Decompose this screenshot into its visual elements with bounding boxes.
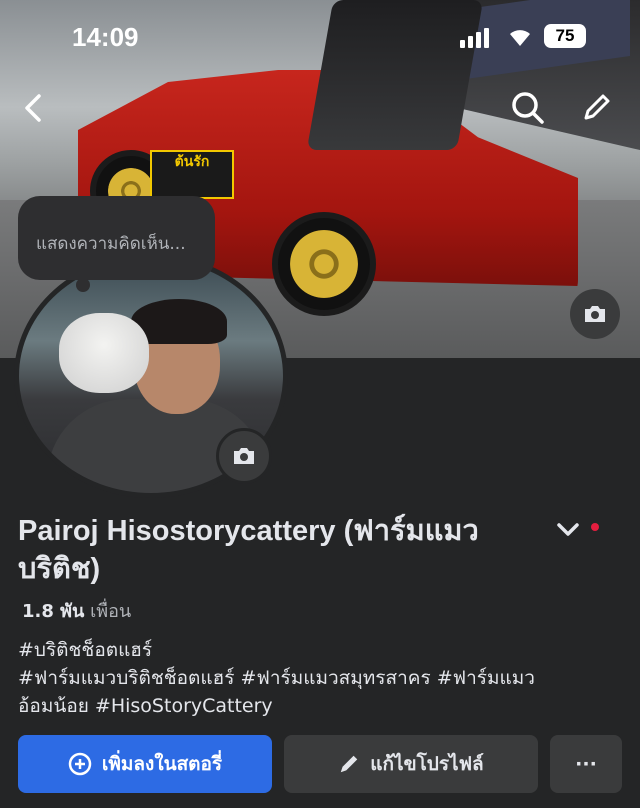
edit-profile-label: แก้ไขโปรไฟล์ <box>370 753 484 775</box>
bio-line[interactable]: #ฟาร์มแมวบริติชช็อตแฮร์ #ฟาร์มแมวสมุทรสา… <box>18 664 618 692</box>
cover-decal: ต้นรัก <box>150 150 234 199</box>
status-bar: 14:09 75 <box>0 0 640 70</box>
edit-pencil-icon <box>584 94 610 120</box>
search-button[interactable] <box>508 88 548 128</box>
camera-icon <box>585 306 605 322</box>
profile-name: Pairoj Hisostorycattery (ฟาร์มแมว บริติช… <box>18 515 479 585</box>
friends-label: เพื่อน <box>90 601 132 622</box>
friends-count[interactable]: 1.8 พัน เพื่อน <box>22 596 131 625</box>
plus-circle-icon <box>68 752 92 776</box>
more-icon: ··· <box>575 753 597 775</box>
search-icon <box>512 92 544 124</box>
truck-front-wheel <box>272 212 376 316</box>
add-to-story-button[interactable]: เพิ่มลงในสตอรี่ <box>18 735 272 793</box>
wifi-icon <box>510 30 530 46</box>
back-button[interactable] <box>14 88 54 128</box>
bio-line[interactable]: อ้อมน้อย #HisoStoryCattery <box>18 692 618 720</box>
cat-in-photo <box>59 313 149 393</box>
cover-photo-camera-button[interactable] <box>570 289 620 339</box>
edit-profile-button[interactable]: แก้ไขโปรไฟล์ <box>284 735 538 793</box>
more-button[interactable]: ··· <box>550 735 622 793</box>
camera-icon <box>234 448 254 464</box>
chevron-down-icon[interactable] <box>556 520 580 540</box>
profile-picture-camera-button[interactable] <box>216 428 272 484</box>
edit-pencil-icon <box>341 755 358 773</box>
friends-number: 1.8 พัน <box>22 601 85 622</box>
cellular-signal-icon <box>460 28 489 48</box>
notification-dot <box>591 523 599 531</box>
note-placeholder: แสดงความคิดเห็น... <box>36 234 186 254</box>
edit-cover-button[interactable] <box>576 88 616 128</box>
back-icon <box>25 94 41 122</box>
note-bubble[interactable]: แสดงความคิดเห็น... <box>18 196 215 292</box>
status-time: 14:09 <box>72 22 139 52</box>
profile-bio: #บริติชช็อตแฮร์ #ฟาร์มแมวบริติชช็อตแฮร์ … <box>18 636 618 720</box>
add-to-story-label: เพิ่มลงในสตอรี่ <box>101 753 223 775</box>
battery-indicator: 75 <box>544 24 586 48</box>
bio-line[interactable]: #บริติชช็อตแฮร์ <box>18 636 618 664</box>
